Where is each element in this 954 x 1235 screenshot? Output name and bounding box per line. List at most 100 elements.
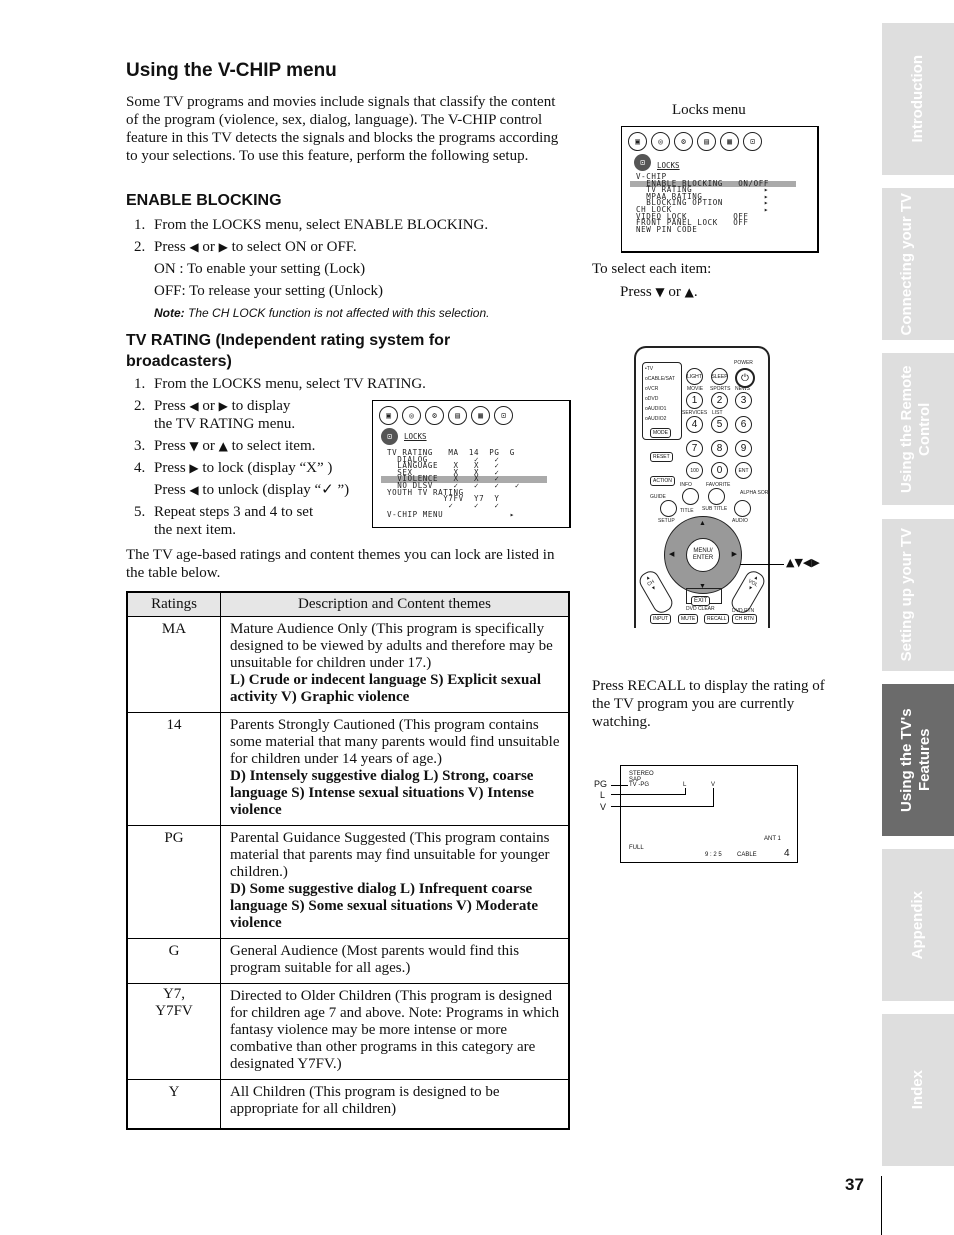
clock-icon: ▤: [448, 406, 467, 425]
left-arrow-icon: ◀: [189, 399, 199, 413]
right-arrow-icon: ▶: [218, 240, 228, 254]
ent-button[interactable]: ENT: [735, 462, 752, 479]
menu-enter-button[interactable]: MENU/ ENTER: [686, 538, 720, 572]
callout-line: [740, 564, 784, 565]
step-item: 2. Press ◀ or ▶ to select ON or OFF.: [134, 239, 357, 255]
side-tab-remote-control[interactable]: Using the Remote Control: [882, 353, 954, 505]
digit-3-button[interactable]: 3: [735, 392, 752, 409]
description-cell: General Audience (Most parents would fin…: [220, 938, 570, 984]
select-instruction: Press ▼ or ▲.: [620, 284, 698, 300]
picture-icon: ▣: [628, 132, 647, 151]
navigation-ring[interactable]: ▲ ▼ ◀ ▶ MENU/ ENTER: [664, 516, 742, 594]
digit-6-button[interactable]: 6: [735, 416, 752, 433]
left-arrow-icon[interactable]: ◀: [669, 550, 674, 558]
description-cell: Directed to Older Children (This program…: [220, 983, 570, 1080]
input-button[interactable]: INPUT: [650, 614, 671, 624]
arrow-keys-callout: ▲▼◀▶: [786, 556, 820, 569]
mode-button[interactable]: MODE: [650, 428, 671, 438]
select-caption: To select each item:: [592, 261, 712, 277]
page-number: 37: [845, 1175, 864, 1194]
recall-button[interactable]: RECALL: [704, 614, 730, 624]
setup-icon: ⚙: [674, 132, 693, 151]
up-arrow-icon: ▲: [684, 285, 694, 299]
applications-icon: ▦: [471, 406, 490, 425]
digit-2-button[interactable]: 2: [711, 392, 728, 409]
side-tab-connecting[interactable]: Connecting your TV: [882, 188, 954, 340]
side-tab-index[interactable]: Index: [882, 1014, 954, 1166]
right-arrow-icon[interactable]: ▶: [732, 550, 737, 558]
rating-cell: 14: [126, 712, 221, 826]
locks-menu-caption: Locks menu: [672, 102, 746, 118]
on-description: ON : To enable your setting (Lock): [154, 261, 366, 277]
menu-icon-row: ▣ ◎ ⚙ ▤ ▦ ⊡: [373, 401, 569, 425]
down-arrow-icon: ▼: [189, 439, 199, 453]
table-header-row: Ratings Description and Content themes: [126, 591, 570, 617]
locks-menu-screenshot: ▣ ◎ ⚙ ▤ ▦ ⊡ ⊡ LOCKS V-CHIP ENABLE BLOCKI…: [621, 126, 819, 253]
digit-4-button[interactable]: 4: [686, 416, 703, 433]
table-row: Y All Children (This program is designed…: [126, 1079, 570, 1130]
table-row: G General Audience (Most parents would f…: [126, 938, 570, 984]
digit-7-button[interactable]: 7: [686, 440, 703, 457]
audio-icon: ◎: [402, 406, 421, 425]
sleep-button[interactable]: SLEEP: [711, 368, 728, 385]
menu-title: LOCKS: [657, 161, 680, 170]
rating-cell: Y7, Y7FV: [126, 983, 221, 1080]
applications-icon: ▦: [720, 132, 739, 151]
description-cell: Parental Guidance Suggested (This progra…: [220, 825, 570, 939]
off-description: OFF: To release your setting (Unlock): [154, 283, 384, 299]
rating-cell: PG: [126, 825, 221, 939]
digit-100-button[interactable]: 100: [686, 462, 703, 479]
table-row: 14 Parents Strongly Cautioned (This prog…: [126, 712, 570, 826]
power-icon: ⏻: [741, 372, 749, 384]
side-tab-introduction[interactable]: Introduction: [882, 23, 954, 175]
audio-icon: ◎: [651, 132, 670, 151]
right-arrow-icon: ▶: [218, 399, 228, 413]
digit-5-button[interactable]: 5: [711, 416, 728, 433]
up-arrow-icon[interactable]: ▲: [699, 520, 706, 527]
digit-1-button[interactable]: 1: [686, 392, 703, 409]
tv-rating-steps: 1. From the LOCKS menu, select TV RATING.…: [134, 376, 426, 538]
left-arrow-icon: ◀: [189, 483, 199, 497]
table-row: Y7, Y7FV Directed to Older Children (Thi…: [126, 983, 570, 1080]
side-tab-setting-up[interactable]: Setting up your TV: [882, 519, 954, 671]
favorite-button[interactable]: [708, 488, 725, 505]
menu-line: ✓ ✓ ✓: [387, 500, 500, 510]
tv-rating-heading: TV RATING (Independent rating system for…: [126, 332, 451, 370]
ch-rtn-button[interactable]: CH RTN: [732, 614, 757, 624]
mute-button[interactable]: MUTE: [678, 614, 699, 624]
header-description: Description and Content themes: [220, 591, 570, 617]
content-themes: D) Some suggestive dialog L) Infrequent …: [230, 881, 539, 931]
callout-l: L: [600, 790, 606, 800]
digit-9-button[interactable]: 9: [735, 440, 752, 457]
rating-cell: MA: [126, 616, 221, 713]
side-tab-features[interactable]: Using the TV's Features: [882, 684, 954, 836]
rating-cell: Y: [126, 1079, 221, 1130]
digit-8-button[interactable]: 8: [711, 440, 728, 457]
right-arrow-icon: ▶: [189, 461, 199, 475]
exit-button[interactable]: EXIT: [691, 596, 711, 606]
info-button[interactable]: [682, 488, 699, 505]
left-arrow-icon: ◀: [189, 240, 199, 254]
menu-icon-row: ▣ ◎ ⚙ ▤ ▦ ⊡: [622, 127, 817, 151]
step-item: 1. From the LOCKS menu, select ENABLE BLO…: [134, 217, 489, 233]
page-divider: [881, 1176, 882, 1235]
description-cell: Parents Strongly Cautioned (This program…: [220, 712, 570, 826]
page-title: Using the V-CHIP menu: [126, 60, 337, 81]
ratings-table: Ratings Description and Content themes M…: [126, 591, 570, 1130]
callout-pg: PG: [594, 779, 608, 789]
side-tab-appendix[interactable]: Appendix: [882, 849, 954, 1001]
power-button[interactable]: ⏻: [735, 368, 755, 388]
intro-paragraph: Some TV programs and movies include sign…: [126, 94, 559, 164]
down-arrow-icon: ▼: [655, 285, 665, 299]
action-button[interactable]: ACTION: [650, 476, 675, 486]
guide-button[interactable]: [660, 500, 677, 517]
alpha-sort-button[interactable]: [734, 500, 751, 517]
digit-0-button[interactable]: 0: [711, 462, 728, 479]
light-button[interactable]: LIGHT: [686, 368, 703, 385]
up-arrow-icon: ▲: [218, 439, 228, 453]
reset-button[interactable]: RESET: [650, 452, 673, 462]
callout-v: V: [600, 802, 607, 812]
note: Note: The CH LOCK function is not affect…: [154, 306, 490, 320]
picture-icon: ▣: [379, 406, 398, 425]
description-cell: Mature Audience Only (This program is sp…: [220, 616, 570, 713]
